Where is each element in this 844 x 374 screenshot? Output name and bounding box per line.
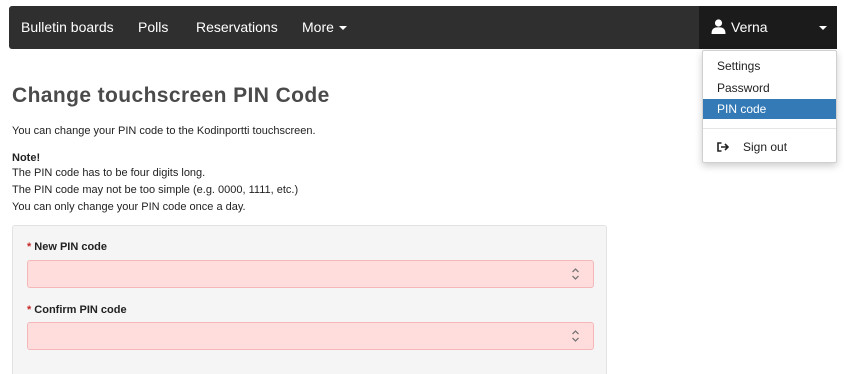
new-pin-label: * New PIN code — [27, 241, 107, 253]
menu-item-sign-out[interactable]: Sign out — [703, 137, 836, 157]
required-marker: * — [27, 241, 32, 253]
note-line: The PIN code has to be four digits long. — [12, 167, 206, 179]
spinner-arrows-icon[interactable] — [571, 329, 580, 343]
required-marker: * — [27, 304, 32, 316]
note-line: You can only change your PIN code once a… — [12, 201, 246, 213]
user-menu-toggle[interactable]: Verna — [699, 6, 837, 49]
note-heading: Note! — [12, 152, 41, 164]
confirm-pin-label-text: Confirm PIN code — [34, 304, 127, 316]
menu-item-pin-code[interactable]: PIN code — [703, 99, 836, 119]
caret-down-icon — [819, 26, 827, 30]
intro-text: You can change your PIN code to the Kodi… — [12, 125, 316, 137]
page-title: Change touchscreen PIN Code — [12, 84, 330, 107]
nav-more-label: More — [302, 19, 334, 35]
spinner-arrows-icon[interactable] — [571, 267, 580, 281]
nav-reservations[interactable]: Reservations — [196, 6, 278, 49]
note-line: The PIN code may not be too simple (e.g.… — [12, 184, 299, 196]
user-dropdown-menu: Settings Password PIN code Sign out — [702, 50, 837, 163]
top-navbar: Bulletin boards Polls Reservations More … — [9, 6, 837, 49]
confirm-pin-input[interactable] — [27, 322, 594, 350]
user-name: Verna — [731, 19, 768, 35]
nav-polls[interactable]: Polls — [138, 6, 168, 49]
sign-out-icon — [717, 142, 729, 152]
nav-bulletin-boards[interactable]: Bulletin boards — [21, 6, 114, 49]
caret-down-icon — [338, 26, 347, 31]
new-pin-input[interactable] — [27, 260, 594, 288]
nav-more-dropdown[interactable]: More — [302, 6, 347, 49]
menu-divider — [703, 128, 836, 129]
confirm-pin-label: * Confirm PIN code — [27, 304, 127, 316]
menu-item-password[interactable]: Password — [703, 78, 836, 98]
new-pin-label-text: New PIN code — [34, 241, 108, 253]
sign-out-label: Sign out — [743, 140, 788, 154]
pin-form-panel: * New PIN code * Confirm PIN code — [12, 225, 607, 374]
menu-item-settings[interactable]: Settings — [703, 56, 836, 76]
user-icon — [711, 19, 726, 34]
